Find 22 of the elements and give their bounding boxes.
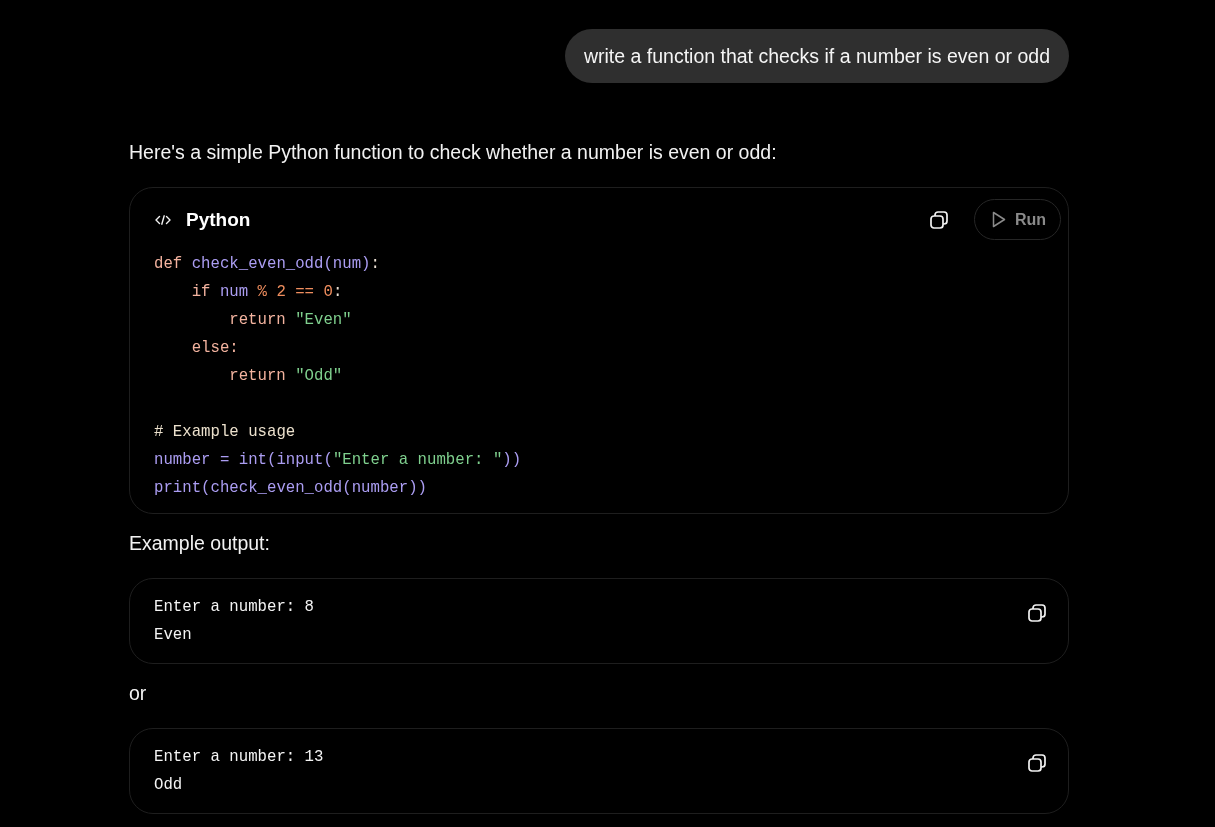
code-line: return "Odd" <box>229 366 343 387</box>
copy-icon[interactable] <box>928 209 949 230</box>
language-label: Python <box>186 208 251 231</box>
response-text: or <box>129 681 147 705</box>
code-line: # Example usage <box>154 422 296 443</box>
output-line: Enter a number: 8 <box>154 597 315 618</box>
code-line: def check_even_odd(num): <box>154 254 380 275</box>
code-line: print(check_even_odd(number)) <box>154 478 427 499</box>
copy-icon[interactable] <box>1027 753 1047 773</box>
output-line: Enter a number: 13 <box>154 747 324 768</box>
code-line: if num % 2 == 0: <box>191 282 343 303</box>
play-icon <box>991 211 1006 228</box>
user-message: write a function that checks if a number is even or odd <box>564 29 1069 83</box>
response-text: Example output: <box>129 531 270 555</box>
code-icon <box>155 214 171 225</box>
code-line: else: <box>191 338 239 359</box>
code-line: return "Even" <box>229 310 352 331</box>
output-line: Even <box>154 625 192 646</box>
output-line: Odd <box>154 775 183 796</box>
code-line: number = int(input("Enter a number: ")) <box>154 450 522 471</box>
response-text: Here's a simple Python function to check whether a number is even or odd: <box>129 140 777 164</box>
copy-icon[interactable] <box>1027 603 1047 623</box>
